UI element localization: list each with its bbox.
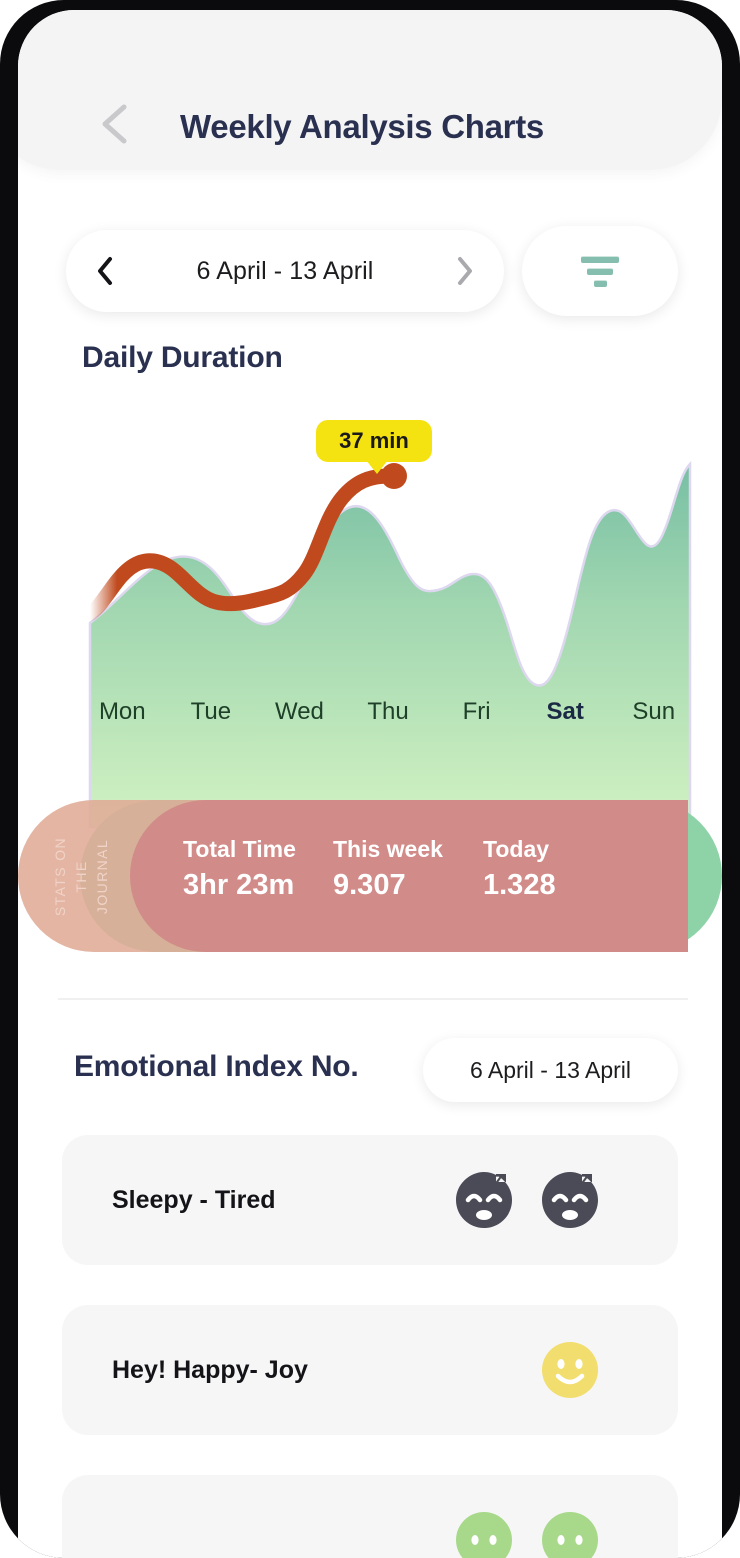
emotion-icons [540,1340,600,1400]
chart-area-path [88,460,692,828]
stat-label: This week [333,836,443,862]
stat-label: Total Time [183,836,296,862]
phone-frame: Weekly Analysis Charts 6 April - 13 Apri… [0,0,740,1558]
stat-label: Today [483,836,550,862]
chart-day-label: Sun [632,698,676,725]
stats-vertical-line: STATS ON [52,836,69,916]
emotion-label: Sleepy - Tired [112,1185,276,1214]
emotion-label: Hey! Happy- Joy [112,1355,308,1384]
chart-day-label: Fri [462,698,491,725]
stats-banner: STATS ON THE JOURNAL Total Time 3hr 23m … [18,800,722,952]
chart-tooltip-arrow [366,460,388,474]
stats-vertical-label: STATS ON THE JOURNAL [36,822,128,930]
chart-day-label: Mon [98,698,146,725]
section-divider [58,998,688,1000]
phone-screen: Weekly Analysis Charts 6 April - 13 Apri… [18,10,722,1558]
chart-day-label: Wed [274,698,324,725]
chart-day-labels: Mon Tue Wed Thu Fri Sat Sun [78,698,698,726]
page-title: Weekly Analysis Charts [180,108,544,145]
chart-day-label: Tue [190,698,232,725]
filter-icon [581,255,619,287]
chart-day-label-active: Sat [546,698,584,725]
stat-this-week: This week 9.307 [333,836,483,902]
emotion-row[interactable]: Sleepy - Tired z z [62,1135,678,1265]
stats-items: Total Time 3hr 23m This week 9.307 Today… [183,836,653,902]
stats-vertical-line: JOURNAL [94,838,111,914]
daily-duration-chart: 37 min Mon Tue Wed Thu Fri Sat Sun [18,408,722,828]
emotion-icons: z z [454,1170,600,1230]
svg-text:z: z [581,1170,590,1188]
green-face-icon [456,1512,512,1558]
stat-today: Today 1.328 [483,836,633,902]
sleepy-face-icon: z [542,1170,598,1228]
emotional-index-header: Emotional Index No. 6 April - 13 April [18,1038,722,1108]
date-range-label: 6 April - 13 April [196,256,374,285]
sleepy-face-icon: z [456,1170,512,1228]
date-selector-row: 6 April - 13 April [66,226,698,318]
stat-value: 3hr 23m [183,869,295,901]
emotional-index-title: Emotional Index No. [74,1050,359,1083]
date-next-button[interactable] [452,254,478,288]
emotion-icons [454,1510,600,1558]
header-card: Weekly Analysis Charts [18,10,722,170]
stats-vertical-line: THE [73,859,90,893]
emotion-row[interactable]: Hey! Happy- Joy [62,1305,678,1435]
daily-duration-title: Daily Duration [82,341,283,374]
svg-text:z: z [495,1170,504,1188]
date-prev-button[interactable] [92,254,118,288]
filter-button[interactable] [522,226,678,316]
stat-value: 1.328 [483,869,556,901]
green-face-icon [542,1512,598,1558]
emotional-index-date-pill[interactable]: 6 April - 13 April [423,1038,678,1102]
emotion-row[interactable] [62,1475,678,1558]
stat-value: 9.307 [333,869,406,901]
date-picker[interactable]: 6 April - 13 April [66,230,504,312]
stat-total-time: Total Time 3hr 23m [183,836,333,902]
chart-day-label: Thu [367,698,409,725]
smiley-face-icon [542,1342,598,1398]
chart-tooltip: 37 min [316,420,432,462]
